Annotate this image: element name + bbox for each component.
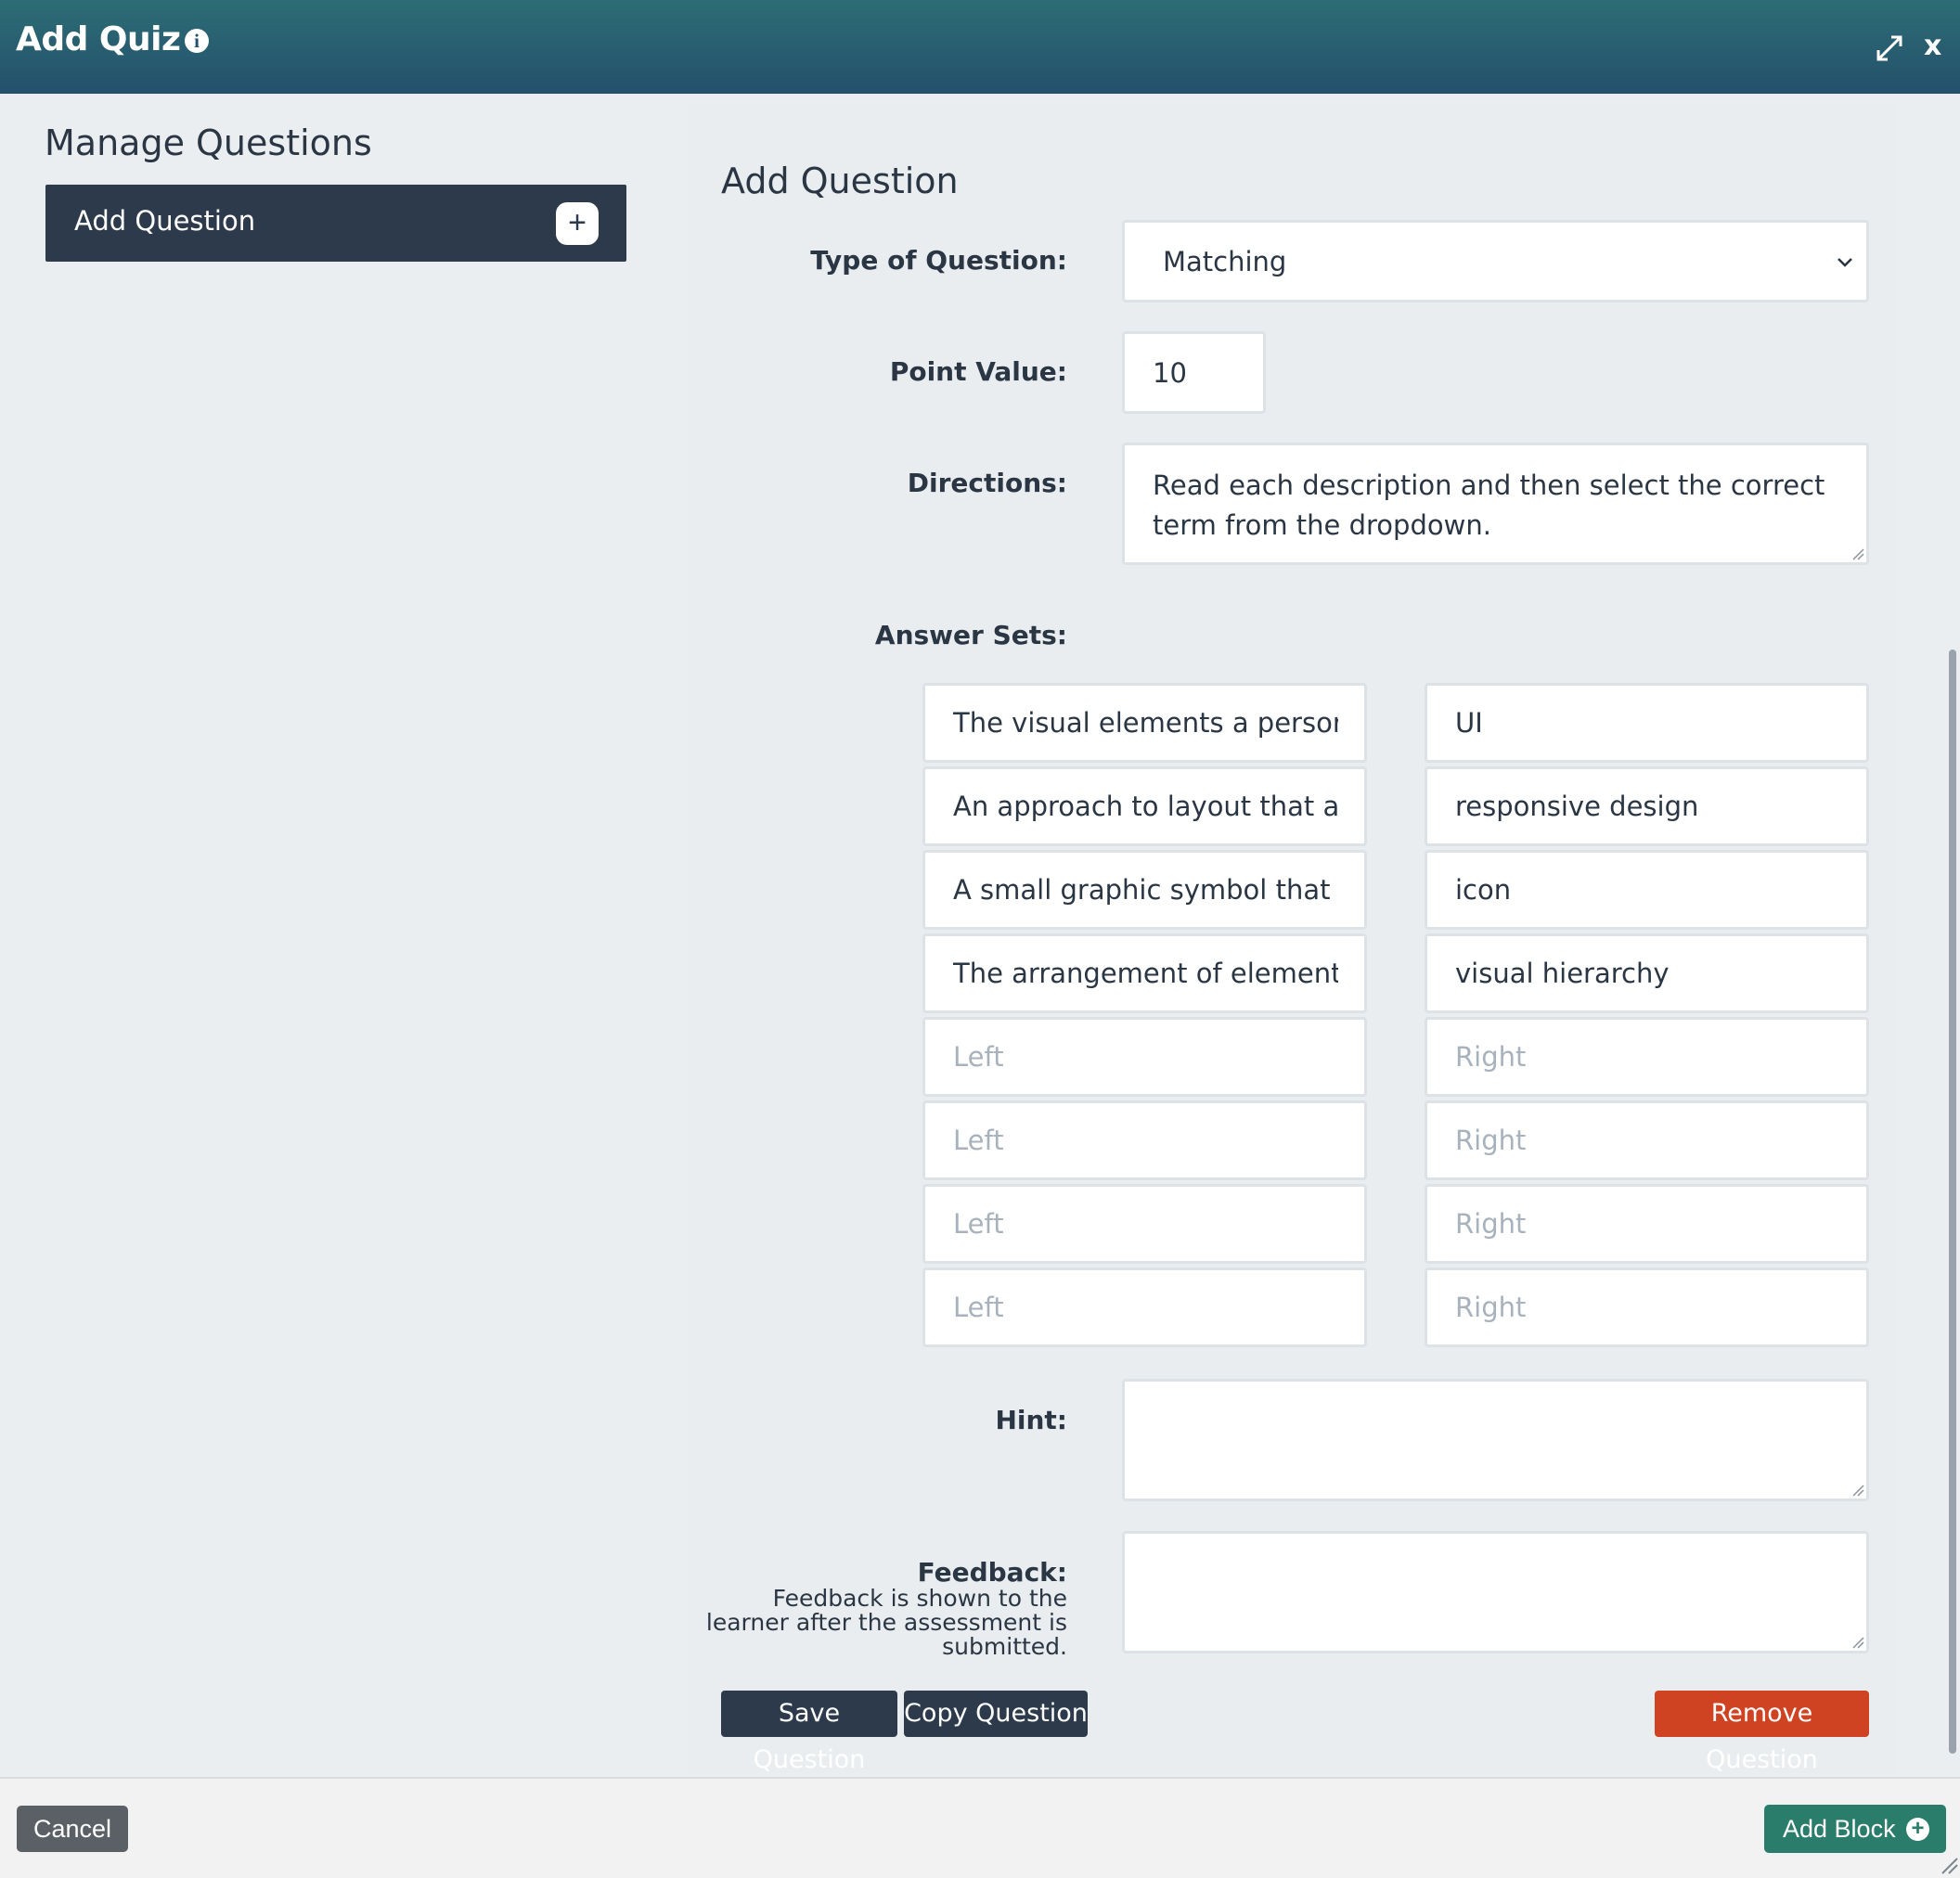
modal-header: Add Quiz i x — [0, 0, 1960, 94]
sidebar-add-question[interactable]: Add Question + — [45, 185, 626, 262]
info-icon[interactable]: i — [185, 29, 209, 53]
answer-right-placeholder: Right — [1455, 1125, 1527, 1156]
directions-text: Read each description and then select th… — [1153, 470, 1825, 541]
add-block-button[interactable]: Add Block + — [1764, 1805, 1946, 1853]
hint-textarea[interactable] — [1122, 1379, 1869, 1501]
sidebar-add-question-label: Add Question — [74, 205, 256, 237]
answer-right-input[interactable]: Right — [1425, 1100, 1869, 1180]
directions-textarea[interactable]: Read each description and then select th… — [1122, 443, 1869, 565]
answer-right-input[interactable]: visual hierarchy — [1425, 933, 1869, 1013]
feedback-help-text: Feedback is shown to the learner after t… — [705, 1585, 1067, 1660]
point-value-text: 10 — [1153, 356, 1187, 389]
add-question-title: Add Question — [721, 161, 959, 201]
answer-right-text: responsive design — [1455, 791, 1699, 822]
answer-right-text: icon — [1455, 874, 1512, 906]
answer-left-text: The arrangement of elements th — [953, 958, 1338, 989]
expand-icon[interactable] — [1875, 33, 1904, 63]
hint-label: Hint: — [995, 1405, 1067, 1435]
answer-left-input[interactable]: A small graphic symbol that repr — [922, 850, 1367, 930]
answer-left-input[interactable]: The arrangement of elements th — [922, 933, 1367, 1013]
answer-right-input[interactable]: icon — [1425, 850, 1869, 930]
answer-right-input[interactable]: responsive design — [1425, 766, 1869, 846]
point-value-label: Point Value: — [889, 356, 1067, 387]
feedback-label: Feedback: — [917, 1557, 1067, 1588]
answer-right-text: visual hierarchy — [1455, 958, 1670, 989]
answer-right-placeholder: Right — [1455, 1041, 1527, 1073]
answer-right-input[interactable]: Right — [1425, 1267, 1869, 1347]
answer-left-text: A small graphic symbol that repr — [953, 874, 1338, 906]
resize-handle-icon[interactable] — [1851, 547, 1864, 560]
answer-left-text: The visual elements a person int — [953, 707, 1338, 739]
answer-left-input[interactable]: Left — [922, 1100, 1367, 1180]
answer-left-input[interactable]: An approach to layout that adjus — [922, 766, 1367, 846]
answer-right-input[interactable]: Right — [1425, 1017, 1869, 1097]
resize-handle-icon[interactable] — [1851, 1484, 1864, 1497]
directions-label: Directions: — [907, 468, 1067, 498]
add-block-label: Add Block — [1783, 1815, 1896, 1843]
resize-corner-icon[interactable] — [1940, 1856, 1958, 1874]
close-button[interactable]: x — [1924, 30, 1941, 62]
answer-left-input[interactable]: Left — [922, 1267, 1367, 1347]
point-value-input[interactable]: 10 — [1122, 331, 1266, 414]
type-of-question-label: Type of Question: — [810, 245, 1067, 276]
plus-circle-icon: + — [1906, 1818, 1929, 1841]
save-question-button[interactable]: Save Question — [721, 1691, 897, 1774]
question-type-value: Matching — [1163, 245, 1287, 277]
answer-left-input[interactable]: The visual elements a person int — [922, 683, 1367, 763]
answer-right-placeholder: Right — [1455, 1208, 1527, 1240]
answer-right-input[interactable]: Right — [1425, 1184, 1869, 1264]
answer-right-text: UI — [1455, 707, 1483, 739]
answer-left-placeholder: Left — [953, 1041, 1004, 1073]
answer-right-input[interactable]: UI — [1425, 683, 1869, 763]
answer-left-text: An approach to layout that adjus — [953, 791, 1338, 822]
modal-footer — [0, 1777, 1960, 1878]
modal-title: Add Quiz — [16, 20, 181, 58]
cancel-button[interactable]: Cancel — [17, 1806, 128, 1852]
answer-left-input[interactable]: Left — [922, 1017, 1367, 1097]
chevron-down-icon — [1838, 258, 1852, 267]
remove-question-button[interactable]: Remove Question — [1655, 1691, 1869, 1774]
feedback-textarea[interactable] — [1122, 1531, 1869, 1653]
plus-icon[interactable]: + — [556, 202, 599, 245]
resize-handle-icon[interactable] — [1851, 1636, 1864, 1649]
copy-question-button[interactable]: Copy Question — [904, 1691, 1088, 1737]
answer-right-placeholder: Right — [1455, 1292, 1527, 1323]
answer-sets-label: Answer Sets: — [874, 620, 1067, 650]
manage-questions-title: Manage Questions — [45, 122, 372, 163]
answer-left-placeholder: Left — [953, 1208, 1004, 1240]
answer-left-placeholder: Left — [953, 1292, 1004, 1323]
question-type-select[interactable]: Matching — [1122, 220, 1869, 302]
scrollbar[interactable] — [1949, 650, 1956, 1754]
answer-left-placeholder: Left — [953, 1125, 1004, 1156]
answer-left-input[interactable]: Left — [922, 1184, 1367, 1264]
